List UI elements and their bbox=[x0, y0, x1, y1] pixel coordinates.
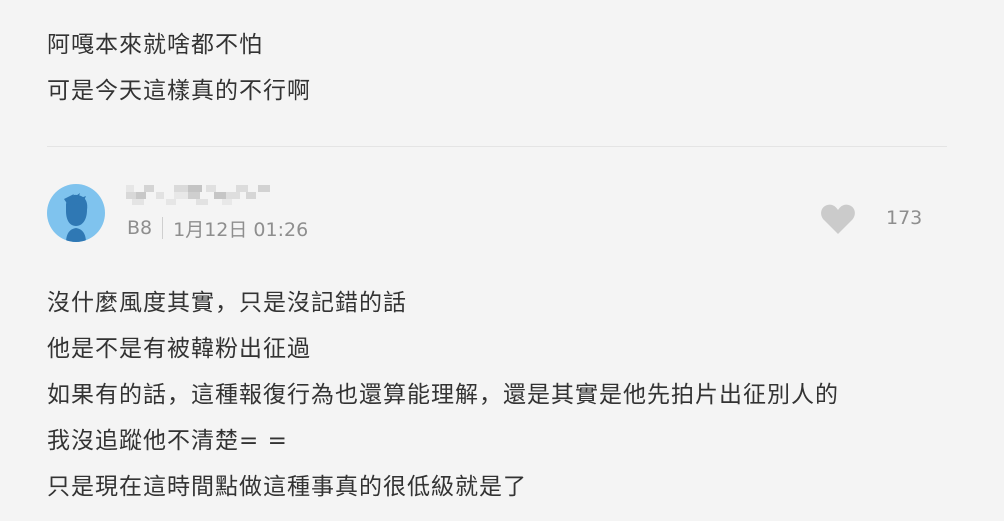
previous-post-body: 阿嘎本來就啥都不怕 可是今天這樣真的不行啊 bbox=[47, 22, 947, 114]
meta-separator bbox=[162, 217, 164, 239]
heart-icon bbox=[821, 204, 855, 234]
redacted-username bbox=[126, 185, 274, 205]
avatar[interactable] bbox=[47, 184, 105, 242]
comment-text-line: 只是現在這時間點做這種事真的很低級就是了 bbox=[47, 474, 527, 500]
divider bbox=[47, 146, 947, 147]
like-count: 173 bbox=[886, 207, 923, 229]
like-button[interactable] bbox=[820, 203, 856, 235]
post-text-line: 可是今天這樣真的不行啊 bbox=[47, 78, 311, 104]
default-avatar-icon bbox=[64, 193, 88, 242]
comment-timestamp: 1月12日 01:26 bbox=[173, 218, 309, 241]
comment-text-line: 我沒追蹤他不清楚= = bbox=[47, 428, 288, 454]
floor-label[interactable]: B8 bbox=[127, 217, 152, 239]
comment-text-line: 他是不是有被韓粉出征過 bbox=[47, 336, 311, 362]
comment-meta: B8 1月12日 01:26 bbox=[127, 215, 308, 241]
comment-text-line: 如果有的話，這種報復行為也還算能理解，還是其實是他先拍片出征別人的 bbox=[47, 382, 839, 408]
post-text-line: 阿嘎本來就啥都不怕 bbox=[47, 32, 263, 58]
comment-body: 沒什麼風度其實，只是沒記錯的話 他是不是有被韓粉出征過 如果有的話，這種報復行為… bbox=[47, 280, 967, 510]
comment-text-line: 沒什麼風度其實，只是沒記錯的話 bbox=[47, 290, 407, 316]
